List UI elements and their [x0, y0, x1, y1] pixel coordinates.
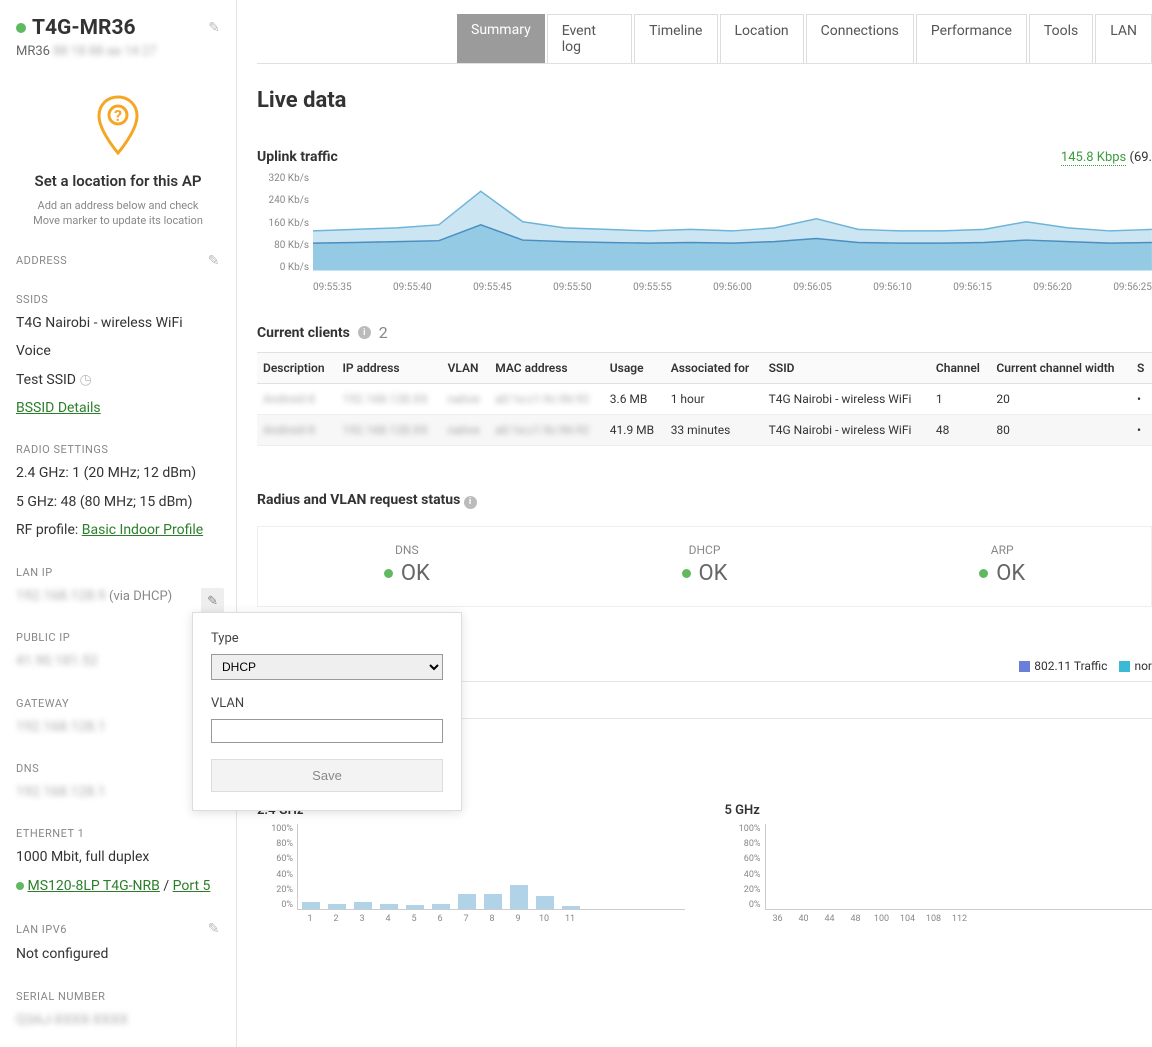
radius-cell: ARP OK: [853, 527, 1151, 606]
dns-blurred: 192.168.128.1: [16, 784, 106, 800]
tab-bar: Summary Event log Timeline Location Conn…: [257, 14, 1152, 64]
table-header[interactable]: MAC address: [489, 353, 604, 384]
table-row[interactable]: Android-X 192.168.128.XX native a0:1e:c1…: [257, 384, 1152, 415]
time-icon: ◷: [79, 372, 91, 388]
tab-location[interactable]: Location: [720, 14, 804, 63]
edit-ipv6-icon[interactable]: ✎: [208, 921, 220, 937]
location-hint-1: Add an address below and check: [16, 198, 220, 213]
public-ip-blurred: 41.90.181.52: [16, 653, 98, 669]
clients-table: DescriptionIP addressVLANMAC addressUsag…: [257, 352, 1152, 446]
radio-5: 5 GHz: 48 (80 MHz; 15 dBm): [16, 491, 220, 513]
radio-settings-label: RADIO SETTINGS: [16, 443, 108, 456]
tab-summary[interactable]: Summary: [457, 14, 545, 63]
table-header[interactable]: SSID: [763, 353, 930, 384]
device-name: T4G-MR36: [32, 16, 136, 40]
ethernet-label: ETHERNET 1: [16, 827, 84, 840]
table-header[interactable]: S: [1131, 353, 1152, 384]
vlan-label: VLAN: [211, 696, 443, 711]
svg-text:?: ?: [114, 106, 122, 125]
lan-ip-edit-popup: Type DHCP VLAN Save: [192, 612, 462, 811]
client-count: 2: [379, 323, 388, 342]
page-title: Live data: [257, 88, 1152, 113]
address-label: ADDRESS: [16, 254, 67, 267]
serial-blurred: Q3AJ-XXXX-XXXX: [16, 1012, 128, 1028]
type-label: Type: [211, 631, 443, 646]
table-header[interactable]: IP address: [336, 353, 441, 384]
device-mac-blurred: 88 18 88 aa 14 27: [53, 44, 156, 59]
radio-24: 2.4 GHz: 1 (20 MHz; 12 dBm): [16, 462, 220, 484]
device-model: MR36: [16, 44, 50, 59]
tab-connections[interactable]: Connections: [806, 14, 914, 63]
location-pin-icon: ?: [16, 95, 220, 161]
radius-cell: DNS OK: [258, 527, 556, 606]
location-hint-2: Move marker to update its location: [16, 213, 220, 228]
lan-ipv6-value: Not configured: [16, 943, 220, 965]
switch-link[interactable]: MS120-8LP T4G-NRB: [27, 878, 159, 894]
bssid-details-link[interactable]: BSSID Details: [16, 400, 101, 416]
lan-ipv6-label: LAN IPV6: [16, 923, 67, 936]
port-link[interactable]: Port 5: [173, 878, 211, 894]
table-header[interactable]: Usage: [604, 353, 665, 384]
ssid-item: Voice: [16, 340, 220, 362]
clients-title: Current clients: [257, 325, 350, 341]
ssid-item: Test SSID ◷: [16, 369, 220, 391]
uplink-rate[interactable]: 145.8 Kbps: [1061, 150, 1126, 166]
table-header[interactable]: Associated for: [665, 353, 763, 384]
switch-status-dot: [16, 882, 24, 890]
save-button[interactable]: Save: [211, 759, 443, 792]
rf-profile-link[interactable]: Basic Indoor Profile: [82, 522, 203, 538]
serial-label: SERIAL NUMBER: [16, 990, 105, 1003]
table-header[interactable]: Channel: [930, 353, 991, 384]
band-24-chart: 2.4 GHz 100%80%60%40%20%0% 1234567891011: [257, 803, 685, 924]
gateway-label: GATEWAY: [16, 697, 69, 710]
tab-timeline[interactable]: Timeline: [634, 14, 717, 63]
tab-tools[interactable]: Tools: [1029, 14, 1093, 63]
tab-event-log[interactable]: Event log: [547, 14, 632, 63]
vlan-input[interactable]: [211, 719, 443, 743]
ssid-item: T4G Nairobi - wireless WiFi: [16, 312, 220, 334]
gateway-blurred: 192.168.128.1: [16, 719, 106, 735]
dns-label: DNS: [16, 762, 39, 775]
table-row[interactable]: Android-X 192.168.128.XX native a0:1e:c1…: [257, 415, 1152, 446]
lan-ip-blurred: 192.168.128.9: [16, 588, 106, 604]
tab-performance[interactable]: Performance: [916, 14, 1027, 63]
uplink-paren: (69.: [1130, 150, 1152, 165]
table-header[interactable]: Current channel width: [990, 353, 1131, 384]
ssids-label: SSIDS: [16, 293, 48, 306]
edit-address-icon[interactable]: ✎: [208, 253, 220, 269]
info-icon[interactable]: i: [464, 496, 477, 509]
band-5-chart: 5 GHz 100%80%60%40%20%0% 364044481001041…: [725, 803, 1152, 924]
status-indicator: [16, 23, 26, 33]
radius-cell: DHCP OK: [556, 527, 854, 606]
edit-lan-ip-icon[interactable]: ✎: [201, 588, 224, 615]
edit-name-icon[interactable]: ✎: [208, 20, 220, 36]
table-header[interactable]: Description: [257, 353, 336, 384]
info-icon[interactable]: i: [358, 326, 371, 339]
device-sidebar: T4G-MR36 ✎ MR36 88 18 88 aa 14 27 ? Set …: [0, 0, 237, 1047]
main-content: Summary Event log Timeline Location Conn…: [237, 0, 1152, 1047]
lan-ip-label: LAN IP: [16, 566, 53, 579]
tab-lan[interactable]: LAN: [1095, 14, 1152, 63]
public-ip-label: PUBLIC IP: [16, 631, 70, 644]
ethernet-value: 1000 Mbit, full duplex: [16, 846, 220, 868]
table-header[interactable]: VLAN: [442, 353, 490, 384]
radius-title: Radius and VLAN request status: [257, 492, 460, 508]
location-title: Set a location for this AP: [16, 171, 220, 192]
uplink-chart: 320 Kb/s240 Kb/s160 Kb/s80 Kb/s0 Kb/s 09…: [257, 173, 1152, 293]
uplink-title: Uplink traffic: [257, 149, 338, 165]
type-select[interactable]: DHCP: [211, 654, 443, 680]
